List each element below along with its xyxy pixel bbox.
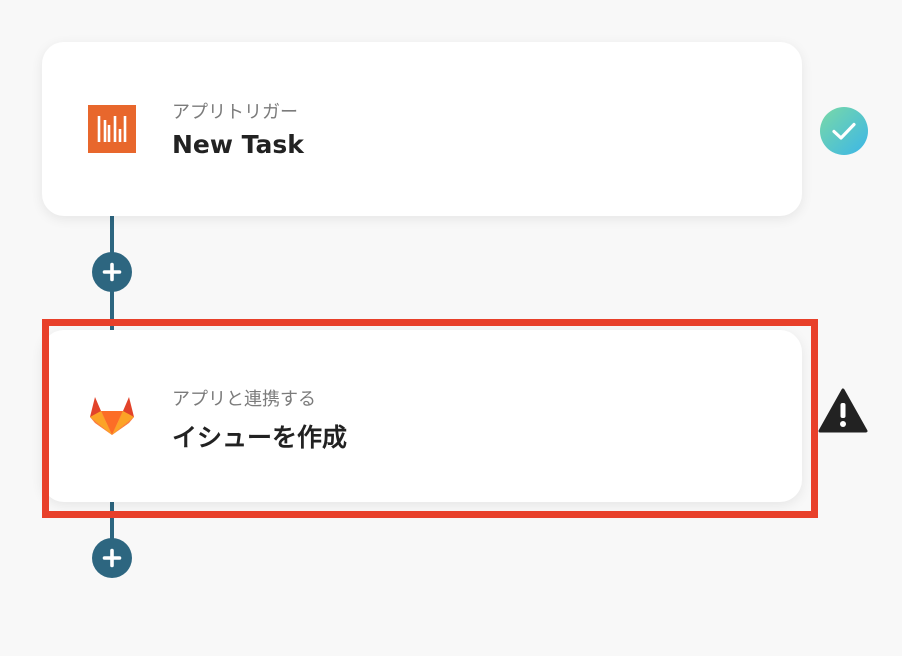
add-step-button[interactable] — [92, 538, 132, 578]
flowing-app-icon — [88, 105, 136, 153]
gitlab-icon — [88, 391, 136, 439]
check-circle-icon — [820, 107, 868, 159]
action-step-card[interactable]: アプリと連携する イシューを作成 — [42, 330, 802, 502]
step-title: New Task — [172, 130, 304, 159]
plus-icon — [102, 548, 122, 568]
step-title: イシューを作成 — [172, 423, 348, 452]
warning-triangle-icon — [818, 387, 868, 439]
trigger-step-card[interactable]: アプリトリガー New Task — [42, 42, 802, 216]
plus-icon — [102, 262, 122, 282]
step-subtitle: アプリと連携する — [172, 389, 316, 410]
add-step-button[interactable] — [92, 252, 132, 292]
step-subtitle: アプリトリガー — [172, 102, 298, 123]
